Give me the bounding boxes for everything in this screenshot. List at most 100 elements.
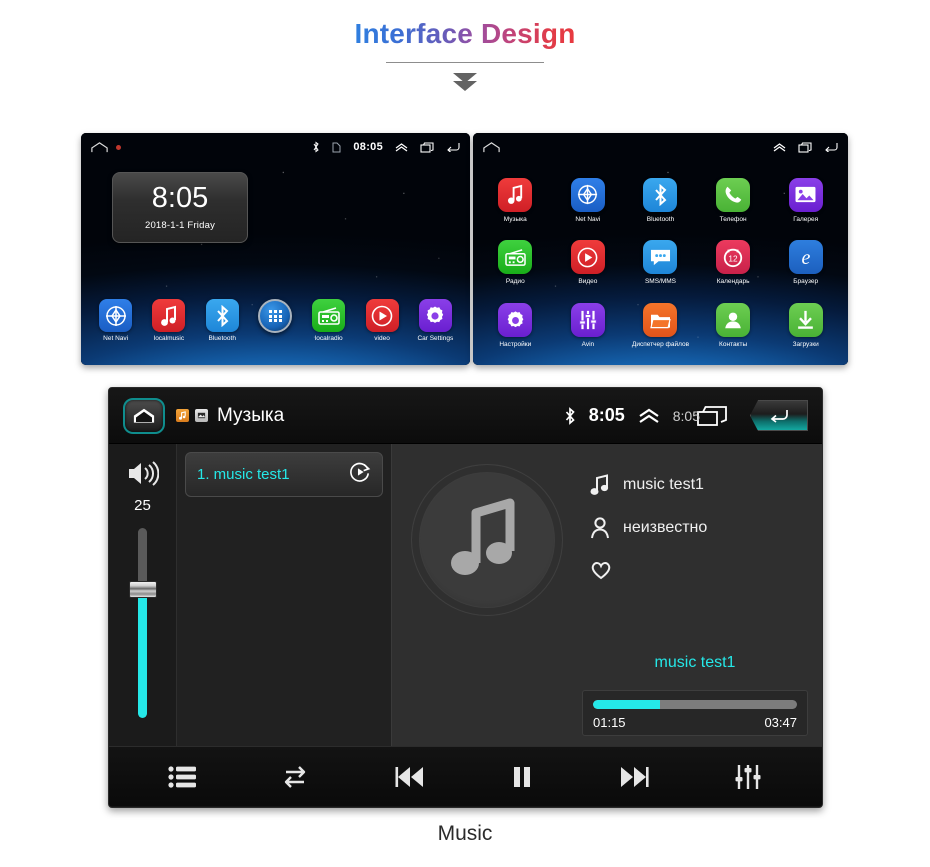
sdcard-icon (195, 409, 208, 422)
track-title-row: music test1 (590, 474, 802, 496)
speaker-volume-icon[interactable] (127, 460, 159, 487)
player-header-right: 8:05 8:05 (564, 400, 808, 431)
dock-item-car-settings[interactable]: Car Settings (413, 299, 457, 342)
app-item-downloads[interactable]: Загрузки (769, 294, 842, 357)
app-item-music[interactable]: Музыка (479, 169, 552, 232)
dock-item-localmusic[interactable]: localmusic (147, 299, 191, 342)
progress-bar[interactable] (593, 700, 797, 709)
app-item-gallery[interactable]: Галерея (769, 169, 842, 232)
equalizer-icon[interactable] (733, 763, 763, 791)
compass-icon (99, 299, 133, 332)
recents-icon[interactable] (420, 141, 434, 153)
list-icon[interactable] (167, 765, 198, 789)
volume-slider-handle[interactable] (128, 581, 157, 598)
radio-icon (312, 299, 346, 332)
app-drawer-panel: Музыка Net Navi Bluetooth Телефон Галере… (473, 133, 848, 365)
recents-icon[interactable] (697, 405, 727, 427)
bluetooth-icon (313, 141, 320, 153)
app-item-phone[interactable]: Телефон (697, 169, 770, 232)
gear-icon (418, 299, 452, 332)
player-body: 25 1. music test1 music test1 неизвестно… (109, 444, 822, 746)
back-arrow-icon[interactable] (446, 142, 460, 152)
dock-item-bluetooth[interactable]: Bluetooth (200, 299, 244, 342)
clock-time: 8:05 (151, 182, 209, 214)
app-item-calendar[interactable]: 12 Календарь (697, 232, 770, 295)
gear-icon (498, 303, 533, 338)
app-label: Радио (505, 278, 525, 286)
bluetooth-icon (643, 177, 678, 212)
app-label: Календарь (716, 278, 750, 286)
app-label: Видео (578, 278, 598, 286)
dock-item-video[interactable]: video (360, 299, 404, 342)
dock-item-net-navi[interactable]: Net Navi (94, 299, 138, 342)
chevron-down-double-icon (0, 73, 930, 91)
track-artist-row: неизвестно (590, 517, 802, 539)
chevron-up-icon[interactable] (638, 408, 660, 424)
next-track-icon[interactable] (616, 763, 652, 791)
heart-icon[interactable] (590, 560, 612, 580)
app-label: Avin (581, 341, 595, 349)
home-button[interactable] (123, 397, 165, 434)
volume-slider[interactable] (128, 528, 157, 718)
playlist-item[interactable]: 1. music test1 (185, 452, 383, 497)
previous-track-icon[interactable] (392, 763, 428, 791)
home-outline-icon[interactable] (91, 141, 108, 153)
dock-item-localradio[interactable]: localradio (307, 299, 351, 342)
red-dot-icon (116, 144, 121, 150)
app-label: Музыка (503, 215, 527, 223)
dock-label: localradio (314, 335, 343, 342)
album-art (411, 464, 563, 616)
app-item-browser[interactable]: e Браузер (769, 232, 842, 295)
app-item-contacts[interactable]: Контакты (697, 294, 770, 357)
music-note-icon (590, 474, 609, 495)
svg-text:e: e (801, 247, 810, 269)
now-playing-title: music test1 (654, 654, 736, 671)
back-button[interactable] (750, 400, 808, 431)
home-icon (133, 408, 155, 423)
clock-widget[interactable]: 8:05 2018-1-1 Friday (112, 172, 248, 243)
music-note-icon (152, 299, 186, 332)
music-note-icon (451, 498, 515, 575)
app-item-radio[interactable]: Радио (479, 232, 552, 295)
app-item-avin[interactable]: Avin (552, 294, 625, 357)
playlist-column: 1. music test1 (177, 444, 392, 746)
progress-container[interactable]: 01:15 03:47 (582, 690, 808, 736)
app-item-video[interactable]: Видео (552, 232, 625, 295)
chevron-up-icon[interactable] (773, 142, 786, 152)
player-title: Музыка (217, 404, 285, 426)
repeat-icon[interactable] (279, 764, 311, 790)
phone-icon (716, 177, 751, 212)
home-screen-panel: 08:05 8:05 2018-1-1 Friday Net Navi loca… (81, 133, 470, 365)
app-label: SMS/MMS (644, 278, 677, 286)
home-outline-icon[interactable] (483, 141, 500, 153)
app-item-settings[interactable]: Настройки (479, 294, 552, 357)
screenshot-panels: 08:05 8:05 2018-1-1 Friday Net Navi loca… (0, 133, 930, 365)
back-arrow-icon[interactable] (824, 142, 838, 152)
progress-fill (593, 700, 661, 709)
dock-label: Net Navi (103, 335, 129, 342)
music-note-icon (498, 177, 533, 212)
home-status-bar: 08:05 (81, 133, 470, 161)
app-item-sms[interactable]: SMS/MMS (624, 232, 697, 295)
progress-times: 01:15 03:47 (593, 715, 797, 730)
sdcard-icon (332, 142, 341, 152)
pause-icon[interactable] (509, 763, 535, 791)
play-circle-arrow-icon[interactable] (349, 461, 371, 488)
app-item-file-manager[interactable]: Диспетчер файлов (624, 294, 697, 357)
chevron-up-icon[interactable] (395, 142, 408, 152)
dock-item-app-drawer[interactable] (253, 299, 297, 336)
recents-icon[interactable] (798, 141, 812, 153)
app-item-bluetooth[interactable]: Bluetooth (624, 169, 697, 232)
favorite-row[interactable] (590, 560, 802, 580)
app-drawer-icon (258, 299, 293, 333)
folder-icon (643, 303, 678, 338)
player-clock-secondary: 8:05 (672, 407, 700, 424)
svg-text:12: 12 (729, 255, 739, 264)
gallery-icon (788, 177, 823, 212)
app-label: Диспетчер файлов (631, 341, 690, 349)
volume-value: 25 (134, 497, 151, 514)
clock-date: 2018-1-1 Friday (144, 220, 216, 231)
player-controls (109, 746, 822, 806)
home-dock: Net Navi localmusic Bluetooth localradio… (81, 299, 470, 357)
app-item-net-navi[interactable]: Net Navi (552, 169, 625, 232)
